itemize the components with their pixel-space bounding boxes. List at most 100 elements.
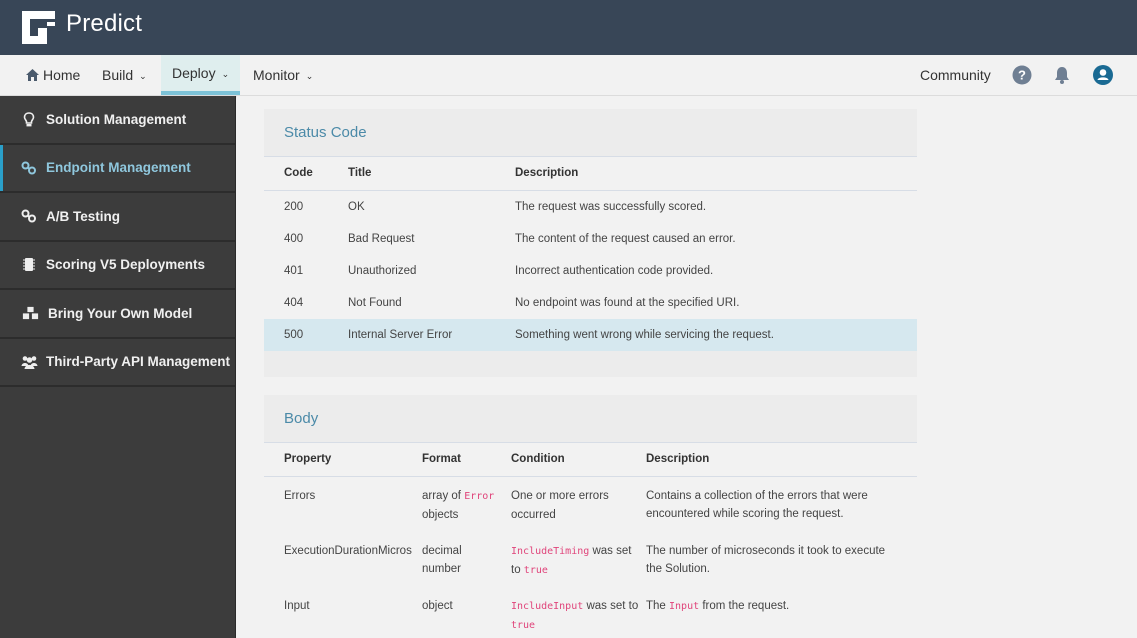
format-text: object xyxy=(422,600,453,612)
sidebar-item-label: Solution Management xyxy=(46,112,186,127)
code-cell: 200 xyxy=(264,191,348,223)
table-row: ExecutionDurationMicros decimal number I… xyxy=(264,532,917,587)
help-icon[interactable]: ? xyxy=(1012,65,1032,85)
section-heading: Body xyxy=(264,395,917,443)
table-header-row: Property Format Condition Description xyxy=(264,443,917,476)
table-row: Input object IncludeInput was set to tru… xyxy=(264,587,917,638)
description-cell: Incorrect authentication code provided. xyxy=(515,255,917,287)
table-row: 404 Not Found No endpoint was found at t… xyxy=(264,287,917,319)
nav-monitor-label: Monitor xyxy=(253,67,300,83)
main-content: Status Code Code Title Description 200 O… xyxy=(237,96,1137,638)
description-cell: The number of microseconds it took to ex… xyxy=(646,532,917,587)
code-cell: 404 xyxy=(264,287,348,319)
description-text: from the request. xyxy=(699,600,789,612)
nav-build-label: Build xyxy=(102,67,133,83)
sidebar-item-solution-management[interactable]: Solution Management xyxy=(0,96,235,145)
description-text: Contains a collection of the errors that… xyxy=(646,490,868,520)
sidebar-item-label: Endpoint Management xyxy=(46,160,191,175)
cubes-icon xyxy=(20,305,40,321)
title-cell: Internal Server Error xyxy=(348,319,515,351)
section-heading: Status Code xyxy=(264,109,917,157)
table-row: Errors array of Error objects One or mor… xyxy=(264,476,917,532)
table-row: 401 Unauthorized Incorrect authenticatio… xyxy=(264,255,917,287)
format-text: array of xyxy=(422,490,464,502)
description-cell: The request was successfully scored. xyxy=(515,191,917,223)
sidebar: Solution Management Endpoint Management … xyxy=(0,96,236,638)
sidebar-item-endpoint-management[interactable]: Endpoint Management xyxy=(0,145,235,194)
column-header: Code xyxy=(264,157,348,190)
table-row: 200 OK The request was successfully scor… xyxy=(264,191,917,223)
table-row-highlighted: 500 Internal Server Error Something went… xyxy=(264,319,917,351)
description-cell: The content of the request caused an err… xyxy=(515,223,917,255)
chevron-down-icon: ⌄ xyxy=(222,69,230,80)
sidebar-item-scoring-v5-deployments[interactable]: Scoring V5 Deployments xyxy=(0,242,235,291)
g-logo-icon[interactable] xyxy=(22,11,55,44)
body-section: Body Property Format Condition Descripti… xyxy=(264,395,917,638)
chevron-down-icon: ⌄ xyxy=(306,71,314,82)
title-cell: Bad Request xyxy=(348,223,515,255)
sidebar-item-label: Scoring V5 Deployments xyxy=(46,257,205,272)
body-table: Property Format Condition Description Er… xyxy=(264,443,917,638)
link-icon xyxy=(20,208,38,224)
column-header: Condition xyxy=(511,443,646,476)
nav-home-label: Home xyxy=(43,67,80,83)
inline-code: true xyxy=(524,565,548,576)
format-cell: array of Error objects xyxy=(422,476,511,532)
description-cell: The Input from the request. xyxy=(646,587,917,638)
property-cell: Errors xyxy=(264,476,422,532)
column-header: Format xyxy=(422,443,511,476)
format-text: objects xyxy=(422,509,458,521)
column-header: Description xyxy=(646,443,917,476)
format-cell: object xyxy=(422,587,511,638)
nav-home[interactable]: Home xyxy=(26,55,80,95)
lightbulb-icon xyxy=(20,111,38,127)
format-text: decimal number xyxy=(422,545,462,575)
nav-build[interactable]: Build ⌄ xyxy=(102,55,147,95)
property-cell: Input xyxy=(264,587,422,638)
section-footer xyxy=(264,351,917,377)
sidebar-item-label: Third-Party API Management xyxy=(46,354,230,369)
condition-cell: IncludeInput was set to true xyxy=(511,587,646,638)
condition-cell: One or more errors occurred xyxy=(511,476,646,532)
nav-deploy[interactable]: Deploy ⌄ xyxy=(161,55,240,95)
bell-icon[interactable] xyxy=(1052,65,1072,85)
code-cell: 400 xyxy=(264,223,348,255)
sidebar-item-label: Bring Your Own Model xyxy=(48,306,192,321)
condition-text: One or more errors occurred xyxy=(511,490,609,521)
table-row: 400 Bad Request The content of the reque… xyxy=(264,223,917,255)
description-cell: No endpoint was found at the specified U… xyxy=(515,287,917,319)
community-link[interactable]: Community xyxy=(920,55,991,95)
link-icon xyxy=(20,160,38,176)
description-text: The xyxy=(646,600,669,612)
svg-text:?: ? xyxy=(1018,68,1026,83)
sidebar-item-third-party-api-management[interactable]: Third-Party API Management xyxy=(0,339,235,388)
nav-monitor[interactable]: Monitor ⌄ xyxy=(253,55,313,95)
sidebar-item-bring-your-own-model[interactable]: Bring Your Own Model xyxy=(0,290,235,339)
inline-code: IncludeTiming xyxy=(511,546,589,557)
nav-bar: Home Build ⌄ Deploy ⌄ Monitor ⌄ Communit… xyxy=(0,55,1137,96)
inline-code: Input xyxy=(669,601,699,612)
inline-code: Error xyxy=(464,491,494,502)
users-icon xyxy=(20,354,38,370)
property-cell: ExecutionDurationMicros xyxy=(264,532,422,587)
inline-code: true xyxy=(511,620,535,631)
condition-cell: IncludeTiming was set to true xyxy=(511,532,646,587)
sidebar-item-label: A/B Testing xyxy=(46,209,120,224)
column-header: Property xyxy=(264,443,422,476)
description-text: The number of microseconds it took to ex… xyxy=(646,545,885,575)
nav-deploy-label: Deploy xyxy=(172,65,216,81)
title-cell: Unauthorized xyxy=(348,255,515,287)
format-cell: decimal number xyxy=(422,532,511,587)
condition-text: was set to xyxy=(583,600,638,612)
home-icon xyxy=(26,69,39,81)
code-cell: 500 xyxy=(264,319,348,351)
title-cell: Not Found xyxy=(348,287,515,319)
description-cell: Contains a collection of the errors that… xyxy=(646,476,917,532)
chevron-down-icon: ⌄ xyxy=(139,71,147,82)
sidebar-item-ab-testing[interactable]: A/B Testing xyxy=(0,193,235,242)
column-header: Title xyxy=(348,157,515,190)
user-icon[interactable] xyxy=(1093,65,1113,85)
table-header-row: Code Title Description xyxy=(264,157,917,190)
chip-icon xyxy=(20,257,38,273)
status-code-section: Status Code Code Title Description 200 O… xyxy=(264,109,917,377)
